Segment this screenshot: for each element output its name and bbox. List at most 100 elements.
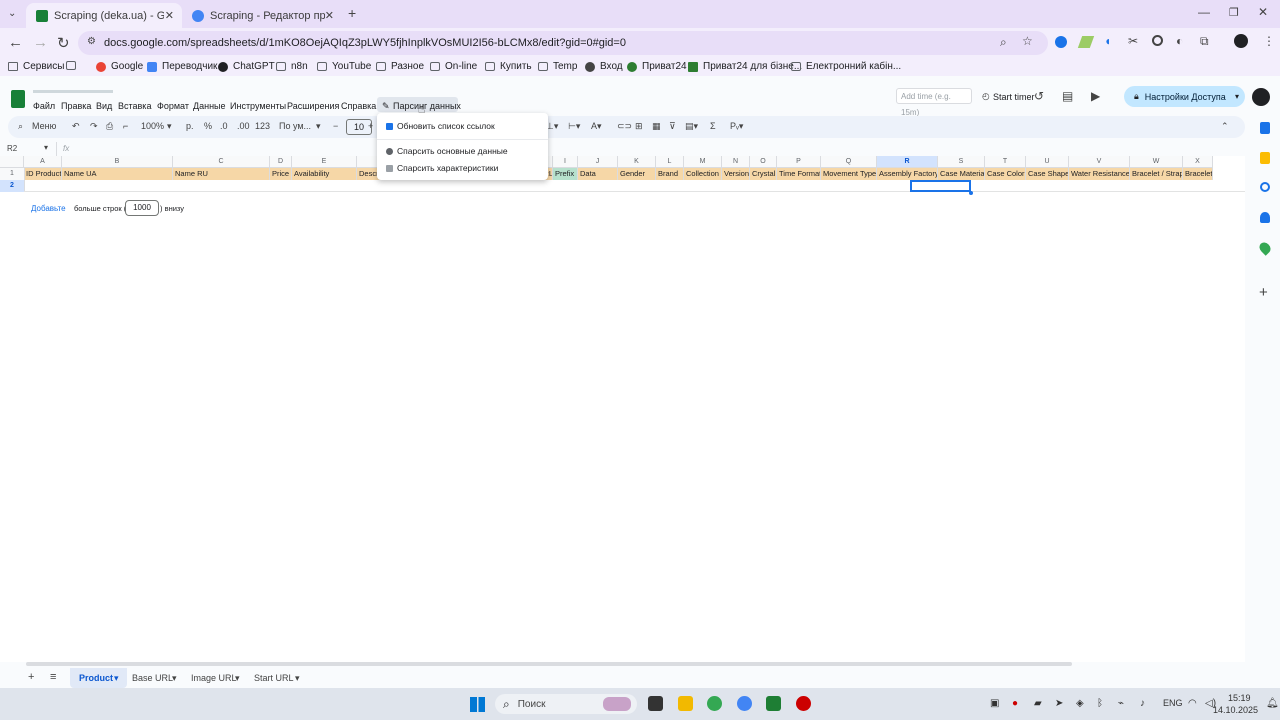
- file-explorer-icon[interactable]: [678, 696, 693, 711]
- menu-edit[interactable]: Правка: [61, 101, 91, 111]
- chrome-icon[interactable]: [707, 696, 722, 711]
- menu-item-scrape-main[interactable]: Спарсить основные данные: [386, 146, 508, 156]
- chart-icon[interactable]: ▦: [652, 121, 661, 132]
- column-header[interactable]: W: [1130, 156, 1183, 168]
- tray-usb-icon[interactable]: ⌁: [1118, 698, 1124, 709]
- add-rows-button[interactable]: Добавьте: [31, 204, 66, 213]
- keep-icon[interactable]: [1260, 152, 1270, 164]
- name-box[interactable]: R2: [7, 144, 17, 153]
- sheet-tab-base-url[interactable]: Base URL: [132, 673, 173, 683]
- spreadsheet-grid[interactable]: ABCDEFGHIJKLMNOPQRSTUVWX ID ProductName …: [0, 156, 1245, 666]
- extension-icon[interactable]: [1077, 36, 1095, 48]
- sheet-tab-start-url[interactable]: Start URL: [254, 673, 294, 683]
- column-header[interactable]: O: [750, 156, 777, 168]
- tray-mic-icon[interactable]: ♪: [1140, 698, 1145, 709]
- input-tools-icon[interactable]: Pᵥ▾: [730, 121, 743, 132]
- header-cell[interactable]: Name RU: [173, 168, 270, 180]
- site-info-icon[interactable]: ⚙: [87, 36, 96, 47]
- decrease-decimal-button[interactable]: .0: [220, 121, 228, 131]
- bookmark-buy[interactable]: Купить: [485, 61, 532, 72]
- close-tab-icon[interactable]: ✕: [165, 9, 174, 22]
- tray-bluetooth-icon[interactable]: ᛒ: [1097, 698, 1103, 709]
- header-cell[interactable]: Case Color: [985, 168, 1026, 180]
- browser-tab[interactable]: Scraping - Редактор проектов ✕: [182, 3, 342, 28]
- bookmark-e-cabinet[interactable]: Електронний кабін...: [791, 61, 901, 72]
- new-tab-icon[interactable]: +: [348, 5, 356, 21]
- menu-extensions[interactable]: Расширения: [287, 101, 339, 111]
- tray-nvidia-icon[interactable]: ▰: [1034, 698, 1042, 709]
- share-button[interactable]: 🔒︎ Настройки Доступа ▾: [1124, 86, 1245, 107]
- tray-telegram-icon[interactable]: ➤: [1055, 698, 1063, 709]
- header-cell[interactable]: Data: [578, 168, 618, 180]
- font-size-plus-icon[interactable]: +: [368, 121, 373, 131]
- account-avatar[interactable]: [1252, 88, 1270, 106]
- all-sheets-icon[interactable]: ≡: [50, 671, 56, 683]
- column-header[interactable]: V: [1069, 156, 1130, 168]
- chevron-down-icon[interactable]: ▾: [1235, 92, 1239, 101]
- text-wrap-icon[interactable]: ⊢▾: [568, 121, 580, 132]
- menu-help[interactable]: Справка: [341, 101, 376, 111]
- header-cell[interactable]: Crystal: [750, 168, 777, 180]
- undo-icon[interactable]: ↶: [72, 121, 80, 132]
- column-header[interactable]: L: [656, 156, 684, 168]
- tray-network-icon[interactable]: ◈: [1076, 698, 1084, 709]
- column-header[interactable]: E: [292, 156, 357, 168]
- column-header[interactable]: C: [173, 156, 270, 168]
- link-icon[interactable]: ⊂⊃: [617, 121, 632, 132]
- extension-icon[interactable]: [1055, 36, 1067, 48]
- header-cell[interactable]: Water Resistance: [1069, 168, 1130, 180]
- menu-data[interactable]: Данные: [193, 101, 226, 111]
- extension-icon[interactable]: ✂: [1128, 34, 1138, 48]
- bookmark-services[interactable]: Сервисы: [8, 61, 64, 72]
- print-icon[interactable]: ⎙: [106, 121, 113, 132]
- maps-icon[interactable]: [1257, 240, 1273, 256]
- tray-record-icon[interactable]: ●: [1012, 698, 1018, 709]
- bookmark-youtube[interactable]: YouTube: [317, 61, 371, 72]
- menu-item-update-links[interactable]: Обновить список ссылок: [386, 121, 495, 131]
- clock-time[interactable]: 15:19: [1228, 693, 1251, 703]
- column-header[interactable]: I: [553, 156, 578, 168]
- column-header[interactable]: T: [985, 156, 1026, 168]
- bookmark-apps[interactable]: [66, 61, 81, 70]
- select-all-corner[interactable]: [0, 156, 24, 168]
- header-cell[interactable]: Time Format: [777, 168, 821, 180]
- start-timer-button[interactable]: Start timer: [993, 92, 1035, 102]
- redo-icon[interactable]: ↷: [90, 121, 98, 132]
- header-cell[interactable]: Prefix: [553, 168, 578, 180]
- menu-search-button[interactable]: Меню: [32, 121, 56, 131]
- column-header[interactable]: R: [877, 156, 938, 168]
- forward-icon[interactable]: →: [33, 34, 48, 51]
- menu-view[interactable]: Вид: [96, 101, 112, 111]
- add-addon-icon[interactable]: +: [1259, 284, 1268, 301]
- back-icon[interactable]: ←: [8, 34, 23, 51]
- extension-icon[interactable]: ◖: [1104, 34, 1111, 48]
- calendar-icon[interactable]: [1260, 122, 1270, 134]
- bookmark-login[interactable]: Вход: [585, 61, 623, 72]
- menu-insert[interactable]: Вставка: [118, 101, 151, 111]
- clock-date[interactable]: 14.10.2025: [1213, 705, 1258, 715]
- header-cell[interactable]: Bracelet / Strap: [1130, 168, 1183, 180]
- column-header[interactable]: A: [24, 156, 62, 168]
- currency-format-button[interactable]: р.: [186, 121, 194, 131]
- number-format-button[interactable]: 123: [255, 121, 270, 131]
- bookmark-online[interactable]: On-line: [430, 61, 477, 72]
- menu-parsing[interactable]: Парсинг данных: [393, 101, 461, 111]
- sheet-tab-product[interactable]: Product: [79, 673, 113, 683]
- tray-app-icon[interactable]: ▣: [990, 698, 999, 709]
- restore-icon[interactable]: ❐: [1229, 6, 1239, 19]
- selected-cell[interactable]: [910, 180, 971, 192]
- bookmark-translate[interactable]: Переводчик: [147, 61, 217, 72]
- bookmark-star-icon[interactable]: ☆: [1022, 34, 1033, 48]
- time-input[interactable]: Add time (e.g. 15m): [896, 88, 972, 117]
- column-header[interactable]: U: [1026, 156, 1069, 168]
- task-view-icon[interactable]: [648, 696, 663, 711]
- header-cell[interactable]: Bracelet: [1183, 168, 1213, 180]
- notifications-icon[interactable]: 🔔︎: [1266, 698, 1279, 709]
- contacts-icon[interactable]: [1260, 212, 1270, 223]
- address-bar[interactable]: ⚙ docs.google.com/spreadsheets/d/1mKO8Oe…: [78, 31, 1048, 55]
- column-header[interactable]: J: [578, 156, 618, 168]
- menu-tools[interactable]: Инструменты: [230, 101, 286, 111]
- column-header[interactable]: Q: [821, 156, 877, 168]
- column-header[interactable]: P: [777, 156, 821, 168]
- header-cell[interactable]: Case Shape: [1026, 168, 1069, 180]
